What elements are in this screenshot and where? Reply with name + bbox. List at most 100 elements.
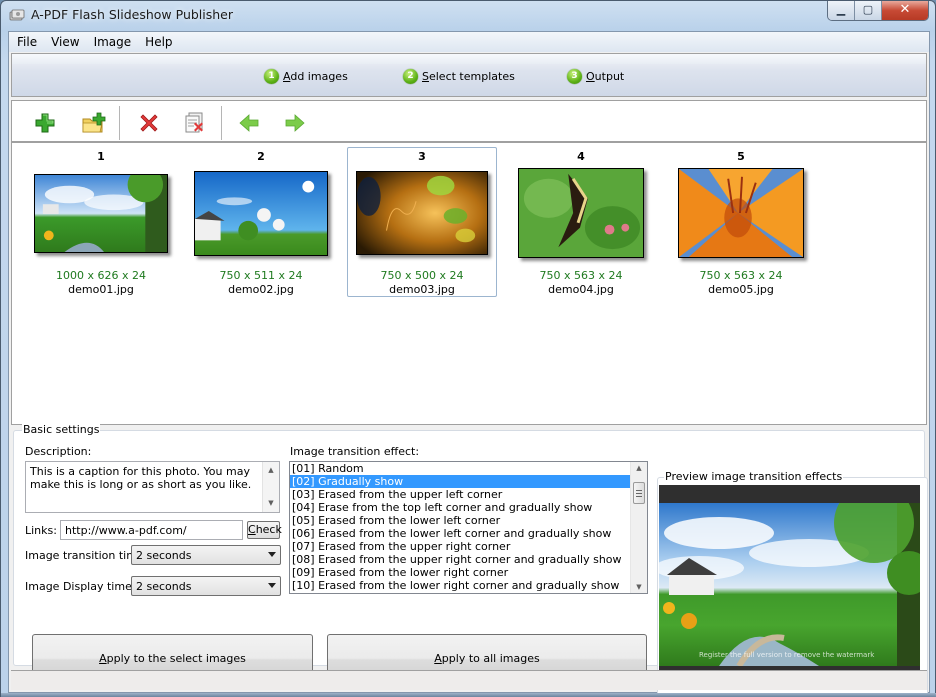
menu-bar: File View Image Help — [9, 32, 929, 52]
effect-list-item[interactable]: [05] Erased from the lower left corner — [290, 514, 630, 527]
preview-player: Register the full version to remove the … — [659, 485, 920, 685]
step-label: Select templates — [422, 70, 515, 83]
effect-list-item[interactable]: [06] Erased from the lower left corner a… — [290, 527, 630, 540]
effect-list-item[interactable]: [03] Erased from the upper left corner — [290, 488, 630, 501]
description-scrollbar[interactable]: ▲ ▼ — [262, 462, 279, 512]
close-button[interactable]: ✕ — [882, 1, 928, 20]
delete-image-button[interactable] — [136, 110, 162, 136]
client-area: File View Image Help 1 Add images 2 Sele… — [8, 31, 930, 696]
display-time-select[interactable]: 2 seconds — [131, 576, 281, 596]
check-link-button[interactable]: Check — [247, 521, 282, 539]
transition-time-select[interactable]: 2 seconds — [131, 545, 281, 565]
transition-effect-list[interactable]: [01] Random [02] Gradually show [03] Erase… — [289, 461, 648, 594]
app-window: A-PDF Flash Slideshow Publisher ▁ ▢ ✕ Fi… — [0, 0, 936, 697]
check-label-rest: heck — [255, 523, 282, 536]
thumbnail-item[interactable]: 5 750 x 563 x 24 demo05.jpg — [666, 147, 816, 297]
chevron-down-icon — [268, 583, 276, 588]
apply-all-accel: A — [434, 652, 442, 665]
minimize-icon: ▁ — [836, 3, 846, 16]
effect-list-item[interactable]: [08] Erased from the upper right corner … — [290, 553, 630, 566]
basic-settings-group: Basic settings Description: This is a ca… — [13, 423, 928, 696]
move-left-button[interactable] — [236, 110, 262, 136]
minimize-button[interactable]: ▁ — [828, 1, 855, 20]
apply-selected-accel: A — [99, 652, 107, 665]
maximize-button[interactable]: ▢ — [855, 1, 882, 20]
scroll-up-icon[interactable]: ▲ — [263, 464, 279, 477]
arrow-left-icon — [239, 114, 259, 132]
close-icon: ✕ — [899, 2, 911, 17]
scroll-up-icon[interactable]: ▲ — [631, 464, 647, 472]
scroll-down-icon[interactable]: ▼ — [263, 497, 279, 510]
description-textarea[interactable]: This is a caption for this photo. You ma… — [25, 461, 280, 513]
folder-add-icon — [82, 112, 106, 133]
image-panel: 1 1000 x 626 x 24 demo01.jpg 2 750 x 511… — [11, 100, 927, 425]
thumbnail-filename: demo03.jpg — [389, 283, 455, 296]
thumbnail-item[interactable]: 3 750 x 500 x 24 demo03.jpg — [347, 147, 497, 297]
thumbnail-image — [356, 171, 488, 255]
toolbar-separator — [119, 106, 120, 140]
thumbnail-list: 1 1000 x 626 x 24 demo01.jpg 2 750 x 511… — [14, 145, 924, 422]
toolbar-separator — [221, 106, 222, 140]
scrollbar-thumb[interactable] — [633, 482, 645, 504]
step-add-images[interactable]: 1 Add images — [264, 69, 348, 84]
thumbnail-index: 2 — [257, 150, 265, 163]
menu-file[interactable]: File — [11, 35, 43, 49]
check-accel: C — [248, 523, 256, 536]
thumbnail-dimensions: 1000 x 626 x 24 — [56, 269, 146, 282]
taskbar-edge — [1, 693, 936, 697]
app-icon — [9, 9, 25, 21]
menu-help[interactable]: Help — [139, 35, 178, 49]
preview-group: Preview image transition effects Registe… — [657, 470, 928, 696]
add-image-button[interactable] — [32, 110, 58, 136]
effect-list-item[interactable]: [02] Gradually show — [290, 475, 630, 488]
thumbnail-item[interactable]: 1 1000 x 626 x 24 demo01.jpg — [26, 147, 176, 297]
thumbnail-item[interactable]: 2 750 x 511 x 24 demo02.jpg — [186, 147, 336, 297]
add-folder-button[interactable] — [81, 110, 107, 136]
links-input[interactable]: http://www.a-pdf.com/ — [60, 520, 243, 540]
image-toolbar — [12, 101, 926, 143]
effect-list-item[interactable]: [04] Erase from the top left corner and … — [290, 501, 630, 514]
menu-image[interactable]: Image — [88, 35, 138, 49]
maximize-icon: ▢ — [862, 3, 874, 16]
thumbnail-index: 1 — [97, 150, 105, 163]
apply-all-label: pply to all images — [441, 652, 540, 665]
thumbnail-filename: demo01.jpg — [68, 283, 134, 296]
step-output[interactable]: 3 Output — [567, 69, 624, 84]
effect-list-item[interactable]: [07] Erased from the upper right corner — [290, 540, 630, 553]
delete-all-button[interactable] — [182, 110, 208, 136]
transition-time-label: Image transition time: — [25, 549, 148, 562]
scroll-down-icon[interactable]: ▼ — [631, 583, 647, 591]
links-label: Links: — [25, 524, 57, 537]
move-right-button[interactable] — [282, 110, 308, 136]
display-time-value: 2 seconds — [136, 580, 192, 593]
effect-list-item[interactable]: [01] Random — [290, 462, 630, 475]
clear-all-icon — [185, 112, 203, 133]
thumbnail-index: 3 — [418, 150, 426, 163]
thumbnail-dimensions: 750 x 563 x 24 — [699, 269, 783, 282]
effect-list-scrollbar[interactable]: ▲ ▼ — [630, 462, 647, 593]
thumbnail-filename: demo04.jpg — [548, 283, 614, 296]
apply-selected-label: pply to the select images — [106, 652, 246, 665]
preview-watermark: Register the full version to remove the … — [699, 651, 875, 659]
menu-view[interactable]: View — [45, 35, 85, 49]
effect-list-item[interactable]: [10] Erased from the lower right corner … — [290, 579, 630, 592]
description-label: Description: — [25, 445, 92, 458]
thumbnail-filename: demo02.jpg — [228, 283, 294, 296]
thumbnail-image — [194, 171, 328, 256]
display-time-label: Image Display time: — [25, 580, 136, 593]
thumbnail-index: 5 — [737, 150, 745, 163]
effect-list-item[interactable]: [09] Erased from the lower right corner — [290, 566, 630, 579]
thumbnail-dimensions: 750 x 563 x 24 — [539, 269, 623, 282]
description-text: This is a caption for this photo. You ma… — [30, 465, 252, 491]
thumbnail-dimensions: 750 x 511 x 24 — [219, 269, 303, 282]
step-1-badge-icon: 1 — [264, 69, 279, 84]
plus-icon — [35, 113, 55, 133]
thumbnail-item[interactable]: 4 750 x 563 x 24 demo04.jpg — [506, 147, 656, 297]
step-select-templates[interactable]: 2 Select templates — [403, 69, 515, 84]
basic-settings-label: Basic settings — [22, 423, 101, 436]
preview-image — [659, 503, 920, 666]
chevron-down-icon — [268, 552, 276, 557]
step-label: Output — [586, 70, 625, 83]
title-bar[interactable]: A-PDF Flash Slideshow Publisher ▁ ▢ ✕ — [1, 1, 935, 31]
step-3-badge-icon: 3 — [567, 69, 582, 84]
